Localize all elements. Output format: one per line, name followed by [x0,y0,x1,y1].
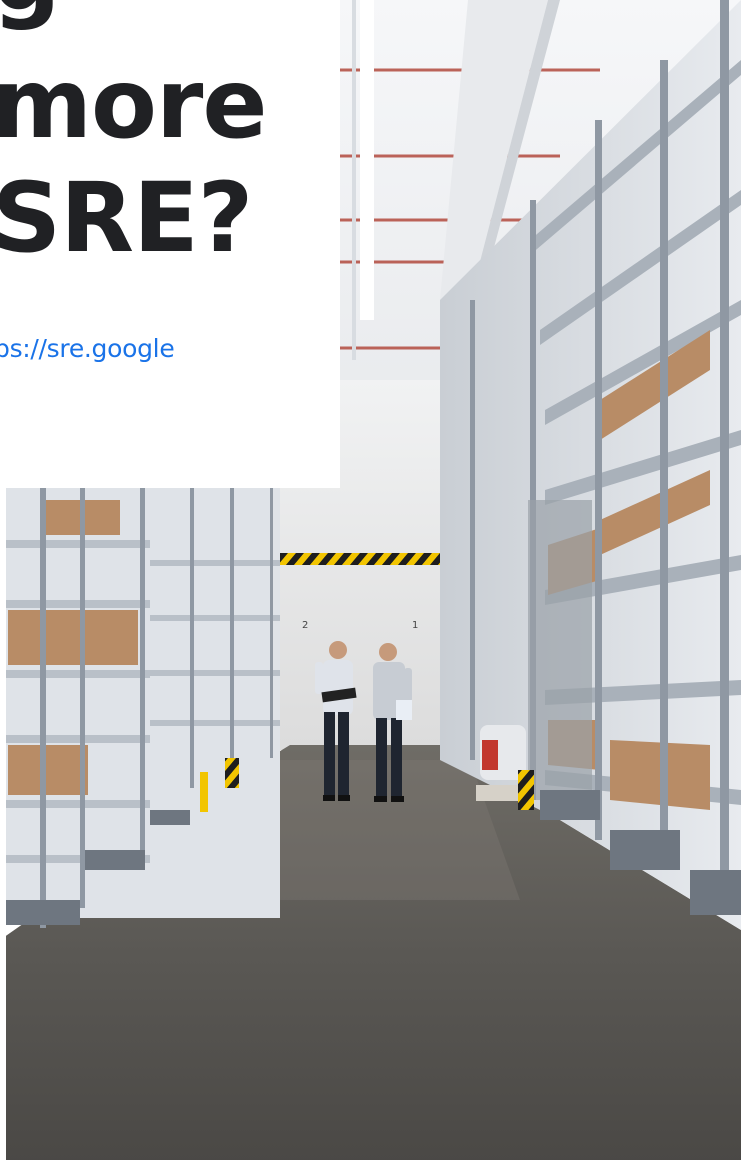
left-racks [0,488,280,968]
svg-text:2: 2 [302,620,308,631]
headline-line-1: g [0,0,61,24]
svg-text:1: 1 [412,620,418,631]
headline-card: g more SRE? ps://sre.google [0,0,340,488]
page: 2 1 more SRE? ps://sre.google [0,0,741,1165]
headline-line-2: more [0,48,267,160]
sre-google-link[interactable]: ps://sre.google [0,334,175,363]
headline-line-3: SRE? [0,162,253,274]
